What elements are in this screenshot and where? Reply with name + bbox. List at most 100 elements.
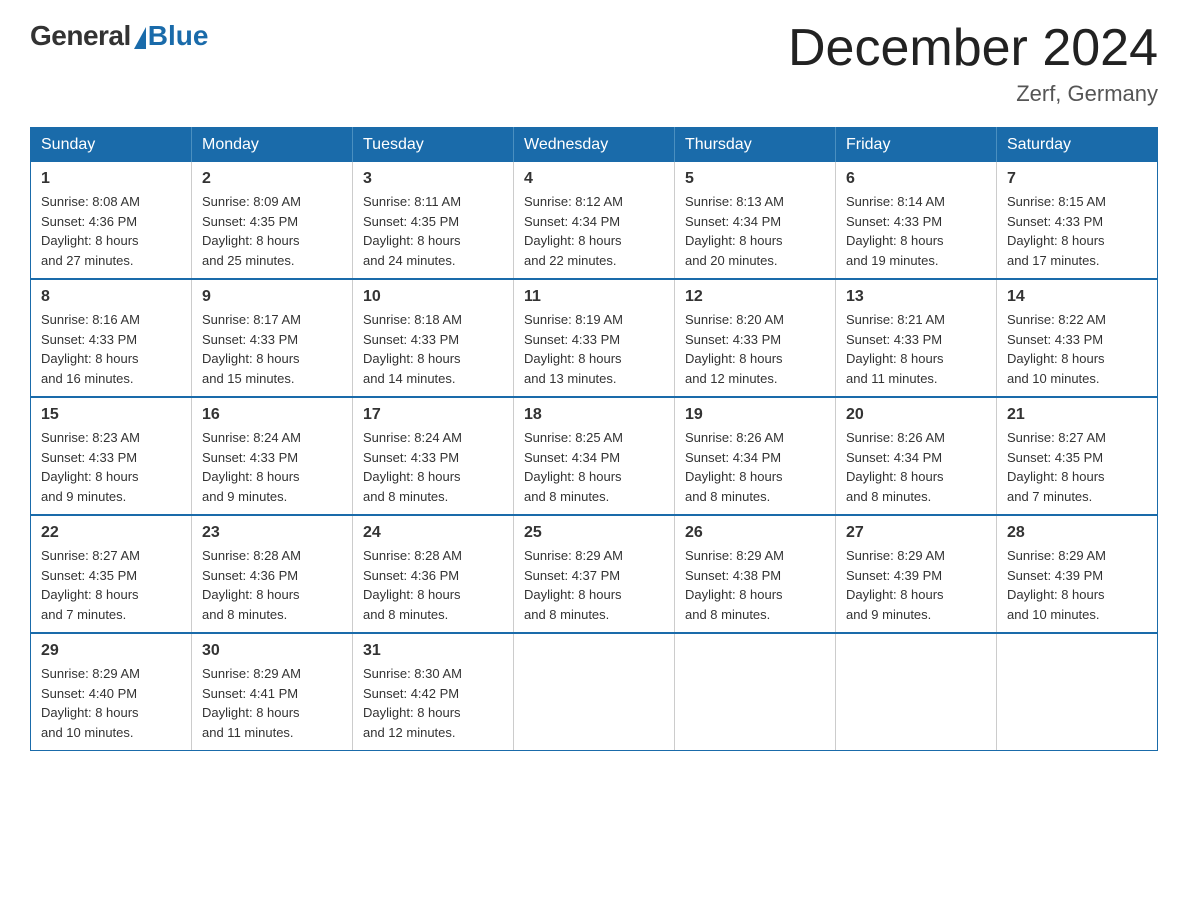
day-info: Sunrise: 8:29 AM Sunset: 4:41 PM Dayligh… <box>202 664 342 742</box>
day-info: Sunrise: 8:28 AM Sunset: 4:36 PM Dayligh… <box>363 546 503 624</box>
day-cell: 16 Sunrise: 8:24 AM Sunset: 4:33 PM Dayl… <box>192 397 353 515</box>
day-cell <box>997 633 1158 751</box>
logo-general-text: General <box>30 20 131 52</box>
day-cell: 9 Sunrise: 8:17 AM Sunset: 4:33 PM Dayli… <box>192 279 353 397</box>
day-cell: 27 Sunrise: 8:29 AM Sunset: 4:39 PM Dayl… <box>836 515 997 633</box>
day-number: 17 <box>363 406 503 424</box>
week-row-1: 1 Sunrise: 8:08 AM Sunset: 4:36 PM Dayli… <box>31 162 1158 279</box>
day-number: 28 <box>1007 524 1147 542</box>
day-number: 16 <box>202 406 342 424</box>
day-info: Sunrise: 8:29 AM Sunset: 4:38 PM Dayligh… <box>685 546 825 624</box>
day-cell: 4 Sunrise: 8:12 AM Sunset: 4:34 PM Dayli… <box>514 162 675 279</box>
day-info: Sunrise: 8:23 AM Sunset: 4:33 PM Dayligh… <box>41 428 181 506</box>
day-cell: 3 Sunrise: 8:11 AM Sunset: 4:35 PM Dayli… <box>353 162 514 279</box>
day-info: Sunrise: 8:27 AM Sunset: 4:35 PM Dayligh… <box>1007 428 1147 506</box>
day-cell: 12 Sunrise: 8:20 AM Sunset: 4:33 PM Dayl… <box>675 279 836 397</box>
day-number: 8 <box>41 288 181 306</box>
day-number: 12 <box>685 288 825 306</box>
day-cell: 18 Sunrise: 8:25 AM Sunset: 4:34 PM Dayl… <box>514 397 675 515</box>
day-cell: 21 Sunrise: 8:27 AM Sunset: 4:35 PM Dayl… <box>997 397 1158 515</box>
day-cell <box>675 633 836 751</box>
day-number: 4 <box>524 170 664 188</box>
day-cell: 1 Sunrise: 8:08 AM Sunset: 4:36 PM Dayli… <box>31 162 192 279</box>
col-sunday: Sunday <box>31 128 192 163</box>
day-number: 23 <box>202 524 342 542</box>
day-number: 14 <box>1007 288 1147 306</box>
day-info: Sunrise: 8:16 AM Sunset: 4:33 PM Dayligh… <box>41 310 181 388</box>
day-number: 9 <box>202 288 342 306</box>
day-number: 24 <box>363 524 503 542</box>
week-row-4: 22 Sunrise: 8:27 AM Sunset: 4:35 PM Dayl… <box>31 515 1158 633</box>
day-info: Sunrise: 8:12 AM Sunset: 4:34 PM Dayligh… <box>524 192 664 270</box>
day-info: Sunrise: 8:11 AM Sunset: 4:35 PM Dayligh… <box>363 192 503 270</box>
day-number: 26 <box>685 524 825 542</box>
day-info: Sunrise: 8:24 AM Sunset: 4:33 PM Dayligh… <box>202 428 342 506</box>
day-info: Sunrise: 8:20 AM Sunset: 4:33 PM Dayligh… <box>685 310 825 388</box>
day-number: 31 <box>363 642 503 660</box>
day-cell: 23 Sunrise: 8:28 AM Sunset: 4:36 PM Dayl… <box>192 515 353 633</box>
day-number: 29 <box>41 642 181 660</box>
day-info: Sunrise: 8:29 AM Sunset: 4:39 PM Dayligh… <box>846 546 986 624</box>
day-cell: 25 Sunrise: 8:29 AM Sunset: 4:37 PM Dayl… <box>514 515 675 633</box>
col-monday: Monday <box>192 128 353 163</box>
day-number: 11 <box>524 288 664 306</box>
week-row-2: 8 Sunrise: 8:16 AM Sunset: 4:33 PM Dayli… <box>31 279 1158 397</box>
day-info: Sunrise: 8:14 AM Sunset: 4:33 PM Dayligh… <box>846 192 986 270</box>
day-number: 2 <box>202 170 342 188</box>
day-info: Sunrise: 8:13 AM Sunset: 4:34 PM Dayligh… <box>685 192 825 270</box>
day-number: 3 <box>363 170 503 188</box>
day-number: 15 <box>41 406 181 424</box>
day-info: Sunrise: 8:29 AM Sunset: 4:40 PM Dayligh… <box>41 664 181 742</box>
day-number: 7 <box>1007 170 1147 188</box>
day-number: 6 <box>846 170 986 188</box>
day-cell: 2 Sunrise: 8:09 AM Sunset: 4:35 PM Dayli… <box>192 162 353 279</box>
day-info: Sunrise: 8:08 AM Sunset: 4:36 PM Dayligh… <box>41 192 181 270</box>
day-info: Sunrise: 8:19 AM Sunset: 4:33 PM Dayligh… <box>524 310 664 388</box>
day-number: 21 <box>1007 406 1147 424</box>
day-number: 19 <box>685 406 825 424</box>
day-number: 20 <box>846 406 986 424</box>
day-cell: 6 Sunrise: 8:14 AM Sunset: 4:33 PM Dayli… <box>836 162 997 279</box>
day-info: Sunrise: 8:25 AM Sunset: 4:34 PM Dayligh… <box>524 428 664 506</box>
title-section: December 2024 Zerf, Germany <box>788 20 1158 107</box>
day-number: 13 <box>846 288 986 306</box>
day-cell: 24 Sunrise: 8:28 AM Sunset: 4:36 PM Dayl… <box>353 515 514 633</box>
day-number: 27 <box>846 524 986 542</box>
day-cell: 11 Sunrise: 8:19 AM Sunset: 4:33 PM Dayl… <box>514 279 675 397</box>
day-info: Sunrise: 8:26 AM Sunset: 4:34 PM Dayligh… <box>846 428 986 506</box>
day-cell: 20 Sunrise: 8:26 AM Sunset: 4:34 PM Dayl… <box>836 397 997 515</box>
col-thursday: Thursday <box>675 128 836 163</box>
col-wednesday: Wednesday <box>514 128 675 163</box>
day-cell: 19 Sunrise: 8:26 AM Sunset: 4:34 PM Dayl… <box>675 397 836 515</box>
day-info: Sunrise: 8:17 AM Sunset: 4:33 PM Dayligh… <box>202 310 342 388</box>
day-info: Sunrise: 8:29 AM Sunset: 4:39 PM Dayligh… <box>1007 546 1147 624</box>
day-cell: 15 Sunrise: 8:23 AM Sunset: 4:33 PM Dayl… <box>31 397 192 515</box>
col-saturday: Saturday <box>997 128 1158 163</box>
location-text: Zerf, Germany <box>788 81 1158 107</box>
logo-blue-text: Blue <box>148 20 209 52</box>
day-cell: 14 Sunrise: 8:22 AM Sunset: 4:33 PM Dayl… <box>997 279 1158 397</box>
day-info: Sunrise: 8:27 AM Sunset: 4:35 PM Dayligh… <box>41 546 181 624</box>
day-info: Sunrise: 8:29 AM Sunset: 4:37 PM Dayligh… <box>524 546 664 624</box>
day-info: Sunrise: 8:09 AM Sunset: 4:35 PM Dayligh… <box>202 192 342 270</box>
month-title: December 2024 <box>788 20 1158 77</box>
day-number: 10 <box>363 288 503 306</box>
day-cell: 30 Sunrise: 8:29 AM Sunset: 4:41 PM Dayl… <box>192 633 353 751</box>
day-cell: 5 Sunrise: 8:13 AM Sunset: 4:34 PM Dayli… <box>675 162 836 279</box>
day-info: Sunrise: 8:18 AM Sunset: 4:33 PM Dayligh… <box>363 310 503 388</box>
logo-top: General Blue <box>30 20 208 52</box>
day-number: 5 <box>685 170 825 188</box>
day-cell: 26 Sunrise: 8:29 AM Sunset: 4:38 PM Dayl… <box>675 515 836 633</box>
day-cell: 22 Sunrise: 8:27 AM Sunset: 4:35 PM Dayl… <box>31 515 192 633</box>
day-number: 18 <box>524 406 664 424</box>
day-cell: 31 Sunrise: 8:30 AM Sunset: 4:42 PM Dayl… <box>353 633 514 751</box>
day-cell: 28 Sunrise: 8:29 AM Sunset: 4:39 PM Dayl… <box>997 515 1158 633</box>
calendar-table: Sunday Monday Tuesday Wednesday Thursday… <box>30 127 1158 751</box>
week-row-5: 29 Sunrise: 8:29 AM Sunset: 4:40 PM Dayl… <box>31 633 1158 751</box>
day-info: Sunrise: 8:21 AM Sunset: 4:33 PM Dayligh… <box>846 310 986 388</box>
calendar-header: Sunday Monday Tuesday Wednesday Thursday… <box>31 128 1158 163</box>
day-info: Sunrise: 8:22 AM Sunset: 4:33 PM Dayligh… <box>1007 310 1147 388</box>
header-row: Sunday Monday Tuesday Wednesday Thursday… <box>31 128 1158 163</box>
day-cell: 8 Sunrise: 8:16 AM Sunset: 4:33 PM Dayli… <box>31 279 192 397</box>
day-cell: 10 Sunrise: 8:18 AM Sunset: 4:33 PM Dayl… <box>353 279 514 397</box>
